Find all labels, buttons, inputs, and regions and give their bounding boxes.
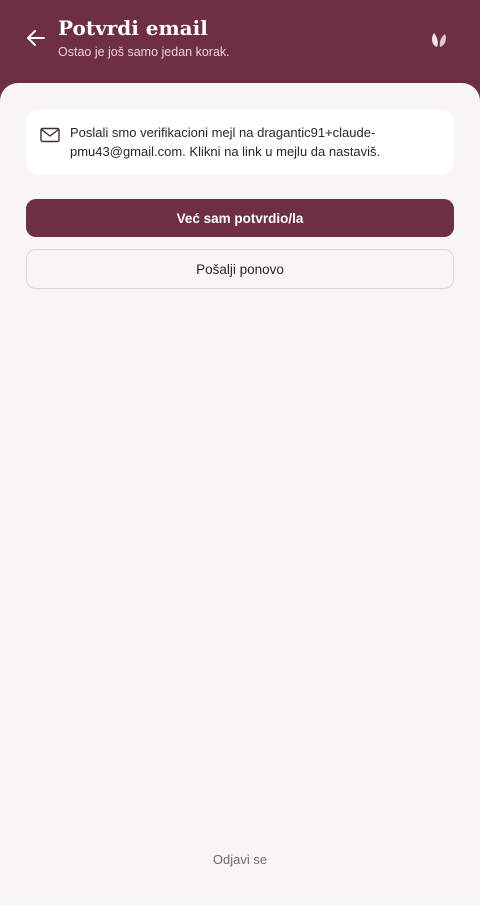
already-confirmed-button[interactable]: Već sam potvrdio/la (26, 199, 454, 237)
verification-notice: Poslali smo verifikacioni mejl na dragan… (26, 109, 454, 175)
notice-text: Poslali smo verifikacioni mejl na dragan… (70, 125, 381, 159)
leaf-logo-icon (432, 33, 446, 47)
header: Potvrdi email Ostao je još samo jedan ko… (0, 0, 480, 95)
resend-button[interactable]: Pošalji ponovo (26, 249, 454, 289)
page-title: Potvrdi email (58, 16, 208, 40)
logout-link[interactable]: Odjavi se (0, 851, 480, 869)
back-button[interactable] (22, 26, 50, 50)
content-sheet: Poslali smo verifikacioni mejl na dragan… (0, 83, 480, 905)
mail-icon (40, 127, 60, 143)
arrow-left-icon (27, 30, 45, 46)
page-subtitle: Ostao je još samo jedan korak. (58, 45, 230, 59)
app-root: Potvrdi email Ostao je još samo jedan ko… (0, 0, 480, 905)
